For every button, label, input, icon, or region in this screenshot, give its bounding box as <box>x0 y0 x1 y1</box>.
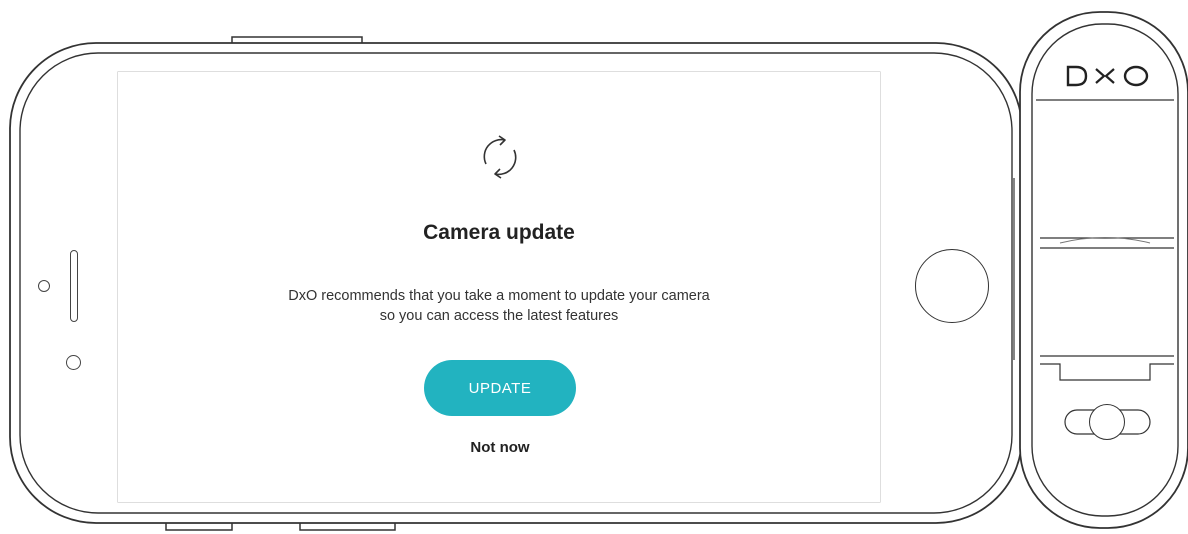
proximity-sensor <box>66 355 81 370</box>
front-camera <box>38 280 50 292</box>
dialog-message: DxO recommends that you take a moment to… <box>118 286 880 326</box>
dialog-title: Camera update <box>423 221 575 244</box>
update-button[interactable]: UPDATE <box>424 360 576 416</box>
not-now-link[interactable]: Not now <box>450 439 550 456</box>
sync-icon <box>483 135 517 179</box>
dialog-message-line-1: DxO recommends that you take a moment to… <box>288 288 710 304</box>
home-button[interactable] <box>915 249 989 323</box>
earpiece-speaker <box>70 250 78 322</box>
camera-shutter-button[interactable] <box>1089 404 1125 440</box>
dxo-logo <box>1066 65 1149 87</box>
dialog-message-line-2: so you can access the latest features <box>379 308 619 324</box>
